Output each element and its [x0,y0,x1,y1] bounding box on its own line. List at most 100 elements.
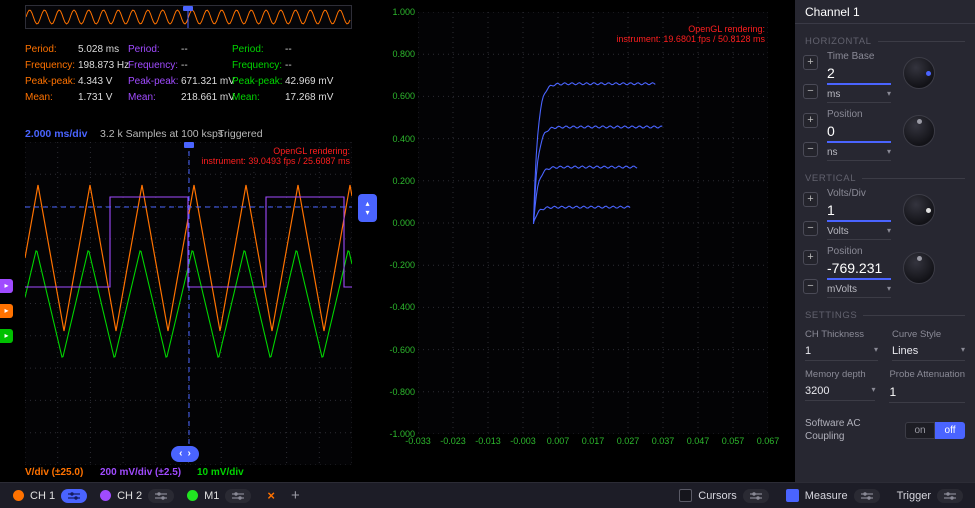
voltsdiv-decrement-button[interactable]: − [803,221,818,236]
measurement-row: Frequency:-- [232,58,333,74]
channel-button-m1[interactable]: M1 [187,489,251,503]
section-label: SETTINGS [805,310,857,321]
trigger-label: Trigger [897,490,931,502]
m1-menu-button[interactable] [225,489,251,503]
timebase-unit-value: ms [827,89,840,100]
xy-x-tick-label: 0.057 [716,436,750,446]
xy-y-tick-label: -0.200 [384,260,415,270]
measure-toggle-group: Measure [786,489,880,503]
cursors-checkbox[interactable] [679,489,692,502]
memory-depth-dropdown[interactable]: 3200 ▾ [805,385,875,401]
scope-opengl-overlay: OpenGL rendering: instrument: 39.0493 fp… [160,146,350,166]
ch1-offset-marker[interactable]: ▸ [0,304,13,318]
xy-y-tick-label: 0.600 [384,91,415,101]
vposition-increment-button[interactable]: + [803,250,818,265]
voltsdiv-knob[interactable] [903,194,935,226]
memory-probe-row: Memory depth 3200 ▾ Probe Attenuation 1 [805,369,965,403]
vertical-position-control: + − Position -769.231 mVolts ▾ [803,246,967,298]
acquisition-preview-strip[interactable] [25,5,352,29]
ch-thickness-label: CH Thickness [805,329,878,340]
hposition-decrement-button[interactable]: − [803,142,818,157]
measurements-ch2: Period:-- Frequency:-- Peak-peak:671.321… [128,42,235,106]
timebase-decrement-button[interactable]: − [803,84,818,99]
measurement-value: -- [181,44,188,55]
measurement-label: Period: [128,42,181,58]
measure-menu-button[interactable] [854,489,880,503]
bottom-toolbar: CH 1 CH 2 M1 × + Cursors [0,482,975,508]
voltsdiv-value-input[interactable]: 1 [827,199,891,222]
ch1-menu-button[interactable] [61,489,87,503]
measurement-value: 1.731 V [78,92,112,103]
ch2-menu-button[interactable] [148,489,174,503]
m1-offset-marker[interactable]: ▸ [0,329,13,343]
hposition-unit-dropdown[interactable]: ns ▾ [827,143,891,161]
sliders-icon [861,492,873,500]
ac-coupling-label: Software AC Coupling [805,417,891,443]
xy-opengl-overlay: OpenGL rendering: instrument: 19.6801 fp… [560,24,765,44]
channel-button-ch2[interactable]: CH 2 [100,489,174,503]
measurements-m1: Period:-- Frequency:-- Peak-peak:42.969 … [232,42,333,106]
timebase-increment-button[interactable]: + [803,55,818,70]
curve-style-setting: Curve Style Lines ▾ [892,329,965,361]
vposition-decrement-button[interactable]: − [803,279,818,294]
timebase-control: + − Time Base 2 ms ▾ [803,51,967,103]
vertical-scroll-widget: ▴ ▾ [358,194,377,222]
hposition-knob[interactable] [903,115,935,147]
xy-y-tick-label: 0.000 [384,218,415,228]
channel-button-ch1[interactable]: CH 1 [13,489,87,503]
ch1-label: CH 1 [30,490,55,502]
measurement-label: Period: [25,42,78,58]
hposition-increment-button[interactable]: + [803,113,818,128]
hposition-label: Position [827,109,891,120]
time-domain-plot[interactable] [25,142,352,465]
measurement-label: Mean: [25,90,78,106]
vposition-knob[interactable] [903,252,935,284]
knob-indicator-dot [926,208,931,213]
vposition-label: Position [827,246,891,257]
vposition-unit-dropdown[interactable]: mVolts ▾ [827,280,891,298]
measure-checkbox[interactable] [786,489,799,502]
hposition-value-input[interactable]: 0 [827,120,891,143]
timebase-unit-dropdown[interactable]: ms ▾ [827,85,891,103]
voltsdiv-unit-dropdown[interactable]: Volts ▾ [827,222,891,240]
timebase-knob[interactable] [903,57,935,89]
ch2-offset-marker[interactable]: ▸ [0,279,13,293]
hposition-unit-value: ns [827,147,838,158]
scroll-down-button[interactable]: ▾ [365,208,369,217]
vposition-value-input[interactable]: -769.231 [827,257,891,280]
voltsdiv-increment-button[interactable]: + [803,192,818,207]
nav-right-button[interactable]: › [188,447,191,461]
preview-waveform [26,6,351,28]
ch-thickness-setting: CH Thickness 1 ▾ [805,329,878,361]
oscilloscope-app: Period:5.028 ms Frequency:198.873 Hz Pea… [0,0,975,508]
measurement-label: Peak-peak: [232,74,285,90]
xy-curve-plot[interactable] [418,12,768,434]
curve-style-label: Curve Style [892,329,965,340]
ac-coupling-on-button[interactable]: on [905,422,935,439]
probe-attenuation-input[interactable]: 1 [889,385,965,403]
memory-depth-value: 3200 [805,385,829,397]
measurement-label: Mean: [128,90,181,106]
nav-left-button[interactable]: ‹ [179,447,182,461]
chevron-down-icon: ▾ [887,226,891,237]
timebase-label: Time Base [827,51,891,62]
xy-x-tick-label: 0.067 [751,436,785,446]
ac-coupling-off-button[interactable]: off [935,422,965,439]
measurement-row: Mean:1.731 V [25,90,129,106]
measurement-row: Period:5.028 ms [25,42,129,58]
voltsdiv-control: + − Volts/Div 1 Volts ▾ [803,188,967,240]
cursors-menu-button[interactable] [743,489,769,503]
measurement-value: -- [285,44,292,55]
trigger-menu-button[interactable] [937,489,963,503]
scroll-up-button[interactable]: ▴ [365,199,369,208]
chevron-down-icon: ▾ [871,385,875,397]
xy-y-tick-label: 0.800 [384,49,415,59]
curve-style-dropdown[interactable]: Lines ▾ [892,345,965,361]
remove-math-channel-button[interactable]: × [267,488,275,503]
ch-thickness-dropdown[interactable]: 1 ▾ [805,345,878,361]
timebase-value-input[interactable]: 2 [827,62,891,85]
curve-style-value: Lines [892,345,918,357]
add-channel-button[interactable]: + [291,487,300,504]
opengl-text-line: OpenGL rendering: [560,24,765,34]
xy-y-tick-label: -0.400 [384,302,415,312]
